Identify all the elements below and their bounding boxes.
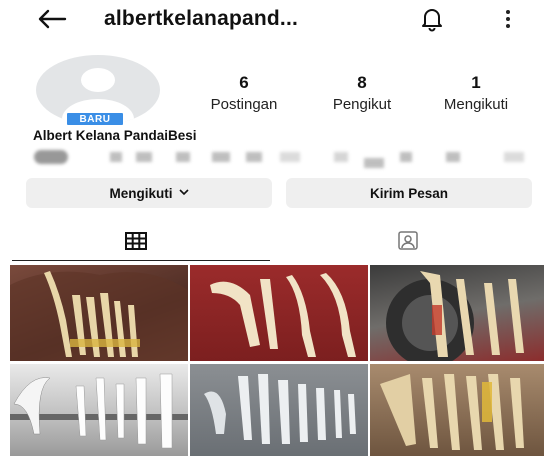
profile-header: albertkelanapand... bbox=[0, 0, 544, 40]
send-message-label: Kirim Pesan bbox=[369, 185, 449, 201]
post-thumbnail[interactable] bbox=[10, 364, 188, 456]
display-name: Albert Kelana PandaiBesi bbox=[33, 128, 197, 143]
grid-icon bbox=[125, 231, 147, 255]
stat-following[interactable]: 1 Mengikuti bbox=[424, 73, 528, 114]
stat-following-label: Mengikuti bbox=[443, 96, 509, 113]
post-thumbnail[interactable] bbox=[370, 364, 544, 456]
kebab-menu-icon[interactable] bbox=[496, 5, 520, 33]
tagged-person-icon bbox=[397, 230, 419, 256]
following-button-label: Mengikuti bbox=[109, 185, 173, 201]
tab-posts-grid[interactable] bbox=[0, 226, 272, 260]
chevron-down-icon bbox=[178, 188, 189, 199]
profile-username: albertkelanapand... bbox=[104, 7, 299, 30]
stat-posts-label: Postingan bbox=[210, 96, 278, 113]
post-thumbnail[interactable] bbox=[370, 265, 544, 361]
post-grid bbox=[10, 265, 544, 456]
stat-followers[interactable]: 8 Pengikut bbox=[312, 73, 412, 114]
post-thumbnail[interactable] bbox=[10, 265, 188, 361]
stat-following-value: 1 bbox=[471, 73, 481, 92]
stat-followers-value: 8 bbox=[357, 73, 367, 92]
bell-icon[interactable] bbox=[418, 5, 446, 33]
stat-followers-label: Pengikut bbox=[332, 96, 392, 113]
post-thumbnail[interactable] bbox=[190, 265, 368, 361]
active-tab-indicator bbox=[12, 260, 270, 261]
stat-posts-value: 6 bbox=[239, 73, 249, 92]
content-tabs bbox=[0, 226, 544, 262]
stat-posts[interactable]: 6 Postingan bbox=[196, 73, 292, 114]
arrow-left-icon[interactable] bbox=[32, 4, 72, 34]
mutual-followers-blurred[interactable] bbox=[34, 148, 530, 168]
new-badge: BARU bbox=[65, 111, 125, 127]
send-message-button[interactable]: Kirim Pesan bbox=[286, 178, 532, 208]
tab-tagged[interactable] bbox=[272, 226, 544, 260]
post-thumbnail[interactable] bbox=[190, 364, 368, 456]
following-button[interactable]: Mengikuti bbox=[26, 178, 272, 208]
